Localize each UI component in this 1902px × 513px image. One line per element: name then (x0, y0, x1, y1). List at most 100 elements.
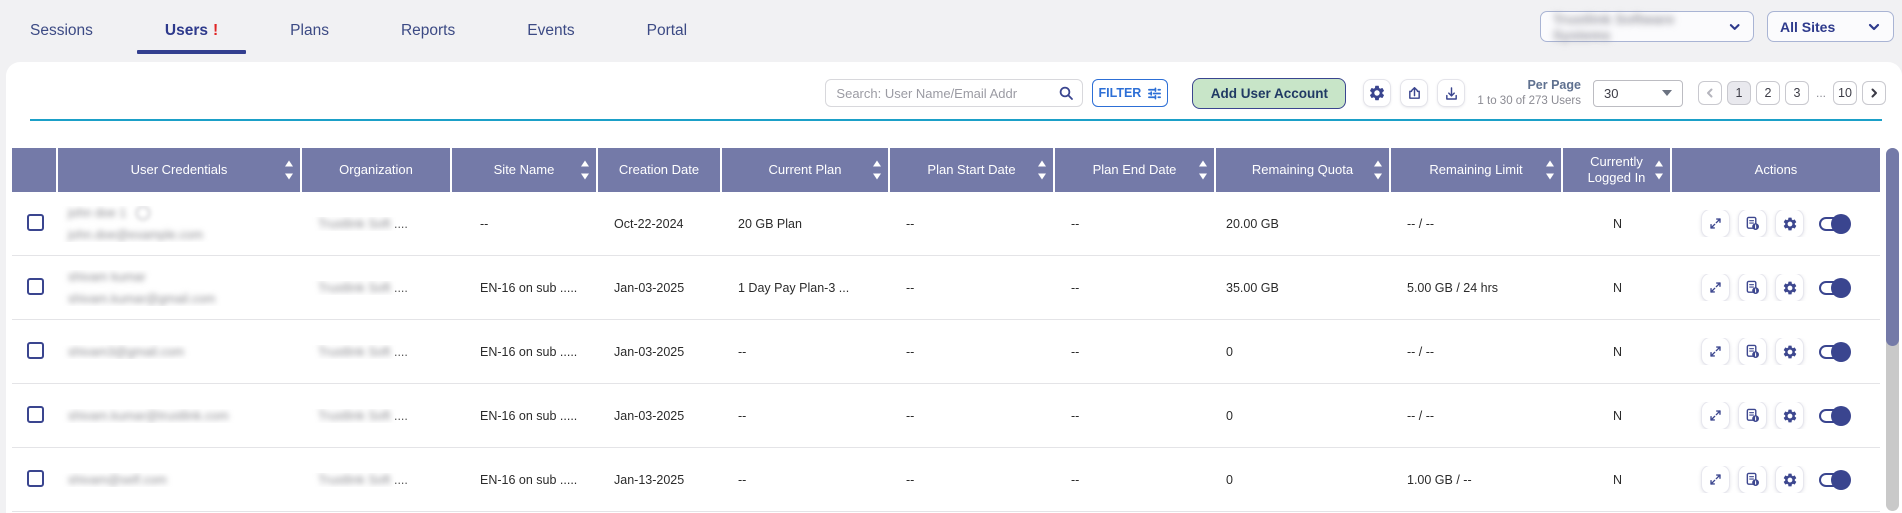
prev-page-button[interactable] (1698, 81, 1722, 105)
scrollbar-thumb[interactable] (1886, 148, 1899, 346)
sort-icons[interactable] (1199, 161, 1207, 180)
tenant-select[interactable]: Trustlink Software Systems (1540, 11, 1754, 42)
row-checkbox[interactable] (27, 342, 44, 359)
table-settings-button[interactable] (1364, 80, 1390, 106)
table-row: shivam3@gmail.com Trustlink Soft .... EN… (12, 320, 1880, 384)
content-card: FILTER Add User Account Per Page 1 to 30… (6, 62, 1902, 513)
user-enabled-toggle[interactable] (1819, 281, 1850, 295)
header-plan-end-date[interactable]: Plan End Date (1055, 148, 1216, 192)
user-settings-button[interactable] (1776, 210, 1803, 237)
user-settings-button[interactable] (1776, 466, 1803, 493)
plan-start-date-cell: -- (890, 345, 1055, 359)
table-row: john doe 1 john.doe@example.com Trustlin… (12, 192, 1880, 256)
row-checkbox[interactable] (27, 406, 44, 423)
tab-sessions[interactable]: Sessions (24, 0, 99, 62)
sort-icons[interactable] (1038, 161, 1046, 180)
row-checkbox[interactable] (27, 214, 44, 231)
user-settings-button[interactable] (1776, 402, 1803, 429)
tab-plans[interactable]: Plans (284, 0, 335, 62)
header-remaining-limit[interactable]: Remaining Limit (1391, 148, 1563, 192)
header-label: Plan End Date (1093, 162, 1177, 178)
tab-portal[interactable]: Portal (641, 0, 694, 62)
header-checkbox (12, 148, 58, 192)
header-label: Remaining Quota (1252, 162, 1353, 178)
sort-icons[interactable] (1655, 161, 1663, 180)
expand-icon (1709, 473, 1722, 486)
user-settings-button[interactable] (1776, 274, 1803, 301)
expand-user-button[interactable] (1702, 402, 1729, 429)
user-plan-info-button[interactable] (1739, 274, 1766, 301)
sort-icons[interactable] (285, 161, 293, 180)
toggle-knob (1831, 214, 1851, 234)
row-checkbox[interactable] (27, 470, 44, 487)
upload-button[interactable] (1401, 80, 1427, 106)
sort-icons[interactable] (1546, 161, 1554, 180)
user-enabled-toggle[interactable] (1819, 473, 1850, 487)
remaining-limit-cell: -- / -- (1391, 217, 1563, 231)
vertical-scrollbar[interactable] (1886, 148, 1899, 511)
actions-cell (1672, 466, 1880, 493)
chevron-down-icon (1867, 20, 1881, 34)
expand-icon (1709, 345, 1722, 358)
expand-user-button[interactable] (1702, 466, 1729, 493)
expand-user-button[interactable] (1702, 274, 1729, 301)
per-page-select[interactable]: 30 (1593, 80, 1683, 107)
sort-icons[interactable] (873, 161, 881, 180)
user-plan-info-button[interactable] (1739, 338, 1766, 365)
organization-redacted: Trustlink Soft (318, 409, 390, 423)
expand-user-button[interactable] (1702, 210, 1729, 237)
sort-icons[interactable] (1374, 161, 1382, 180)
header-label: Site Name (494, 162, 555, 178)
organization-truncation: .... (394, 217, 408, 231)
user-plan-info-button[interactable] (1739, 466, 1766, 493)
header-remaining-quota[interactable]: Remaining Quota (1216, 148, 1391, 192)
download-button[interactable] (1438, 80, 1464, 106)
sort-icons[interactable] (581, 161, 589, 180)
alert-badge: ! (213, 22, 218, 40)
row-checkbox[interactable] (27, 278, 44, 295)
header-creation-date[interactable]: Creation Date (598, 148, 722, 192)
remaining-quota-cell: 0 (1216, 345, 1391, 359)
header-currently-logged-in[interactable]: Currently Logged In (1563, 148, 1672, 192)
row-select-cell (12, 278, 58, 298)
site-name-cell: EN-16 on sub ..... (452, 345, 598, 359)
tab-users[interactable]: Users ! (159, 0, 224, 62)
user-enabled-toggle[interactable] (1819, 409, 1850, 423)
header-organization[interactable]: Organization (302, 148, 452, 192)
info-icon[interactable] (136, 206, 150, 220)
page-button-2[interactable]: 2 (1756, 81, 1780, 105)
page-button-last[interactable]: 10 (1833, 81, 1857, 105)
tab-reports[interactable]: Reports (395, 0, 461, 62)
user-email-line: shivam@self.com (68, 473, 302, 487)
expand-user-button[interactable] (1702, 338, 1729, 365)
user-plan-info-button[interactable] (1739, 210, 1766, 237)
site-name-cell: -- (452, 217, 598, 231)
current-plan-cell: -- (722, 473, 890, 487)
pagination: 1 2 3 ... 10 (1698, 81, 1886, 105)
row-select-cell (12, 470, 58, 490)
page-button-3[interactable]: 3 (1785, 81, 1809, 105)
site-name-cell: EN-16 on sub ..... (452, 281, 598, 295)
user-enabled-toggle[interactable] (1819, 217, 1850, 231)
header-plan-start-date[interactable]: Plan Start Date (890, 148, 1055, 192)
gear-icon (1782, 408, 1798, 424)
search-input[interactable] (836, 86, 1058, 101)
tab-events[interactable]: Events (521, 0, 580, 62)
tab-label: Sessions (30, 22, 93, 40)
next-page-button[interactable] (1862, 81, 1886, 105)
currently-logged-in-cell: N (1563, 473, 1672, 487)
user-enabled-toggle[interactable] (1819, 345, 1850, 359)
header-site-name[interactable]: Site Name (452, 148, 598, 192)
header-current-plan[interactable]: Current Plan (722, 148, 890, 192)
row-select-cell (12, 342, 58, 362)
user-name-redacted: john doe 1 (68, 206, 126, 220)
user-settings-button[interactable] (1776, 338, 1803, 365)
organization-truncation: .... (394, 409, 408, 423)
filter-button[interactable]: FILTER (1092, 79, 1168, 107)
page-button-1[interactable]: 1 (1727, 81, 1751, 105)
all-sites-select[interactable]: All Sites (1767, 11, 1894, 42)
header-user-credentials[interactable]: User Credentials (58, 148, 302, 192)
search-icon[interactable] (1058, 85, 1074, 101)
user-plan-info-button[interactable] (1739, 402, 1766, 429)
add-user-account-button[interactable]: Add User Account (1192, 78, 1346, 109)
